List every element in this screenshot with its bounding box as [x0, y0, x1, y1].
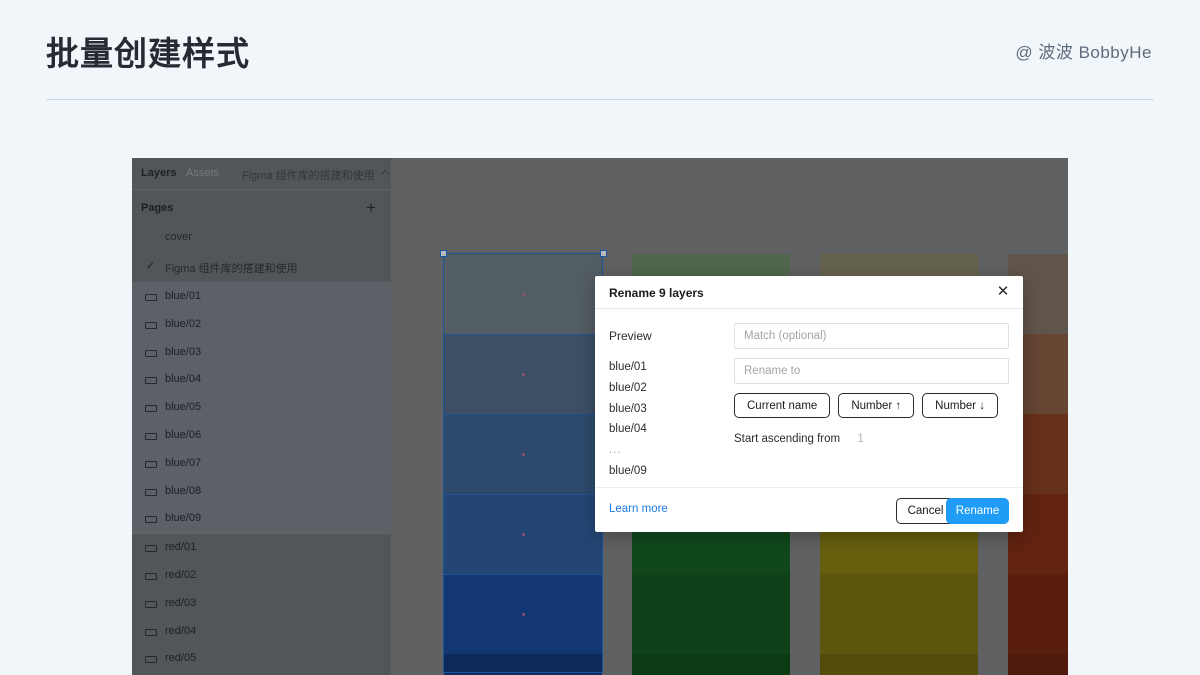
preview-item: blue/02 [609, 378, 647, 399]
layer-list[interactable]: blue/01 blue/02 blue/03 blue/04 blue/05 blue/… [132, 283, 391, 673]
slide-header: 批量创建样式 @ 波波 BobbyHe [0, 0, 1200, 100]
rectangle-icon [145, 377, 157, 384]
layer-row[interactable]: blue/06 [132, 422, 391, 450]
preview-item: ... [609, 440, 647, 461]
figma-screenshot: Layers Assets Figma 组件库的搭建和使用 Pages + co… [132, 158, 1068, 675]
chevron-up-icon[interactable] [381, 170, 389, 178]
color-swatch[interactable] [820, 574, 978, 654]
page-item-cover[interactable]: cover [165, 231, 192, 243]
dialog-footer: Learn more Cancel Rename [595, 487, 1023, 532]
rename-button[interactable]: Rename [946, 498, 1009, 524]
rename-to-input[interactable] [734, 358, 1009, 384]
color-swatch[interactable] [1008, 654, 1068, 675]
rectangle-icon [145, 294, 157, 301]
color-swatch[interactable] [444, 654, 602, 675]
layer-name: blue/04 [165, 373, 201, 385]
rectangle-icon [145, 601, 157, 608]
layer-name: blue/08 [165, 485, 201, 497]
layer-name: red/04 [165, 625, 196, 637]
layer-name: blue/02 [165, 318, 201, 330]
layer-row[interactable]: blue/08 [132, 478, 391, 506]
layer-name: red/01 [165, 541, 196, 553]
panel-tab-bar: Layers Assets Figma 组件库的搭建和使用 [132, 158, 391, 190]
preview-item: blue/01 [609, 357, 647, 378]
pages-section-header: Pages [141, 202, 173, 214]
layer-row[interactable]: red/04 [132, 618, 391, 646]
preview-item: blue/04 [609, 419, 647, 440]
tab-layers[interactable]: Layers [141, 167, 176, 179]
swatch-column-blue[interactable] [444, 254, 602, 675]
token-chip-row[interactable]: Current name Number ↑ Number ↓ [734, 393, 998, 418]
layer-row[interactable]: red/01 [132, 534, 391, 562]
start-ascending-row: Start ascending from 1 [734, 433, 864, 445]
rectangle-icon [145, 350, 157, 357]
dialog-header: Rename 9 layers ✕ [595, 276, 1023, 309]
page-title: 批量创建样式 [46, 27, 250, 75]
learn-more-link[interactable]: Learn more [609, 503, 668, 515]
page-item-active[interactable]: Figma 组件库的搭建和使用 [165, 260, 298, 276]
rectangle-icon [145, 322, 157, 329]
layer-name: red/02 [165, 569, 196, 581]
layer-row[interactable]: red/05 [132, 645, 391, 673]
color-swatch[interactable] [1008, 574, 1068, 654]
layer-row[interactable]: red/03 [132, 590, 391, 618]
rectangle-icon [145, 629, 157, 636]
layer-name: blue/05 [165, 401, 201, 413]
rectangle-icon [145, 461, 157, 468]
file-name-label[interactable]: Figma 组件库的搭建和使用 [242, 167, 375, 183]
start-ascending-value[interactable]: 1 [857, 433, 863, 445]
layer-name: blue/01 [165, 290, 201, 302]
rectangle-icon [145, 516, 157, 523]
layer-name: red/05 [165, 652, 196, 664]
rectangle-icon [145, 489, 157, 496]
token-chip[interactable]: Current name [734, 393, 830, 418]
layer-row[interactable]: red/02 [132, 562, 391, 590]
selection-handle-top-right[interactable] [600, 250, 607, 257]
token-chip[interactable]: Number ↑ [838, 393, 914, 418]
rename-dialog: Rename 9 layers ✕ Preview blue/01blue/02… [595, 276, 1023, 532]
layer-row[interactable]: blue/01 [132, 283, 391, 311]
color-swatch[interactable] [820, 654, 978, 675]
token-chip[interactable]: Number ↓ [922, 393, 998, 418]
check-icon: ✓ [146, 259, 155, 272]
match-input[interactable] [734, 323, 1009, 349]
layer-row[interactable]: blue/03 [132, 339, 391, 367]
rectangle-icon [145, 656, 157, 663]
preview-item: blue/09 [609, 461, 647, 482]
layer-row[interactable]: blue/05 [132, 394, 391, 422]
preview-label: Preview [609, 329, 652, 343]
tab-assets[interactable]: Assets [186, 167, 219, 179]
start-ascending-label: Start ascending from [734, 433, 840, 445]
rectangle-icon [145, 545, 157, 552]
layer-name: blue/07 [165, 457, 201, 469]
color-swatch[interactable] [632, 574, 790, 654]
layer-row[interactable]: blue/02 [132, 311, 391, 339]
figma-left-panel: Layers Assets Figma 组件库的搭建和使用 Pages + co… [132, 158, 391, 675]
layer-row[interactable]: blue/04 [132, 366, 391, 394]
header-divider [46, 99, 1154, 100]
rectangle-icon [145, 433, 157, 440]
add-page-icon[interactable]: + [366, 199, 376, 216]
dialog-title: Rename 9 layers [609, 286, 704, 300]
color-swatch[interactable] [632, 654, 790, 675]
layer-name: red/03 [165, 597, 196, 609]
rectangle-icon [145, 573, 157, 580]
author-credit: @ 波波 BobbyHe [1015, 38, 1152, 63]
layer-row[interactable]: blue/09 [132, 505, 391, 533]
selection-handle-top-left[interactable] [440, 250, 447, 257]
preview-list: blue/01blue/02blue/03blue/04...blue/09 [609, 357, 647, 482]
rectangle-icon [145, 405, 157, 412]
dialog-body: Preview blue/01blue/02blue/03blue/04...b… [595, 309, 1023, 487]
close-icon[interactable]: ✕ [994, 283, 1012, 301]
layer-row[interactable]: blue/07 [132, 450, 391, 478]
layer-name: blue/03 [165, 346, 201, 358]
preview-item: blue/03 [609, 399, 647, 420]
layer-name: blue/06 [165, 429, 201, 441]
layer-name: blue/09 [165, 512, 201, 524]
